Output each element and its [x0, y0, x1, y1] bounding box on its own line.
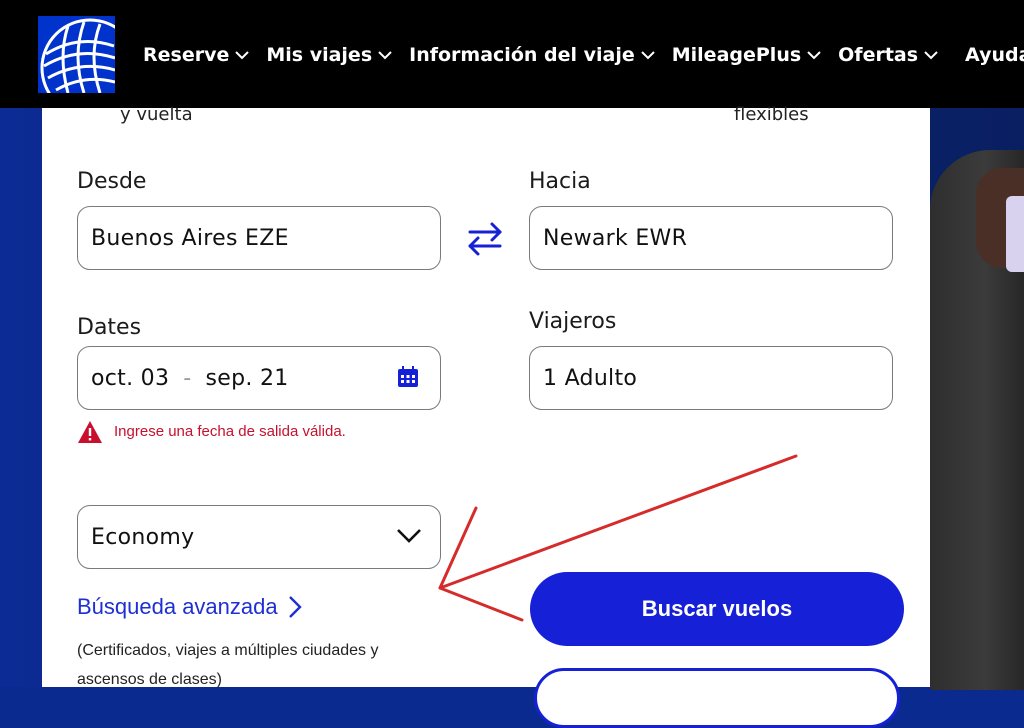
trip-type-option-partial[interactable]: y vuelta [120, 104, 193, 125]
nav-item-mileageplus[interactable]: MileagePlus [672, 40, 821, 70]
flexible-dates-option-partial[interactable]: flexibles [734, 104, 809, 125]
travelers-field[interactable]: 1 Adulto [529, 346, 893, 410]
to-value: Newark EWR [543, 225, 688, 251]
main-nav: Reserve Mis viajes Información del viaje… [143, 40, 1024, 70]
warning-icon [78, 421, 102, 443]
search-flights-button[interactable]: Buscar vuelos [530, 572, 904, 646]
dates-label: Dates [77, 315, 142, 340]
nav-item-ayuda[interactable]: Ayuda [965, 40, 1024, 70]
nav-item-label: Ofertas [838, 44, 919, 66]
chevron-down-icon [235, 51, 250, 60]
travelers-value: 1 Adulto [543, 365, 638, 391]
swap-icon[interactable] [464, 218, 506, 258]
nav-item-label: Reserve [143, 44, 230, 66]
from-label: Desde [77, 169, 147, 194]
date-error-message: Ingrese una fecha de salida válida. [114, 423, 346, 440]
chevron-right-icon [288, 596, 302, 618]
to-field[interactable]: Newark EWR [529, 206, 893, 270]
return-date: sep. 21 [205, 365, 289, 391]
cabin-select[interactable]: Economy [77, 505, 441, 569]
nav-item-label: Información del viaje [409, 44, 635, 66]
nav-item-label: MileagePlus [671, 44, 802, 66]
nav-item-mis-viajes[interactable]: Mis viajes [266, 40, 392, 70]
nav-item-informacion-viaje[interactable]: Información del viaje [409, 40, 655, 70]
chevron-down-icon [378, 51, 392, 60]
chevron-down-icon [641, 51, 655, 60]
chevron-down-icon [807, 51, 821, 60]
nav-item-label: Mis viajes [266, 44, 373, 66]
date-separator: - [183, 365, 192, 391]
chevron-down-icon [924, 51, 938, 60]
nav-item-label: Ayuda [965, 44, 1024, 66]
cabin-value: Economy [91, 524, 195, 550]
depart-date: oct. 03 [91, 365, 170, 391]
advanced-search-link[interactable]: Búsqueda avanzada [77, 594, 302, 620]
calendar-icon[interactable] [396, 365, 420, 389]
nav-item-reserve[interactable]: Reserve [143, 40, 250, 70]
top-navigation-bar: Reserve Mis viajes Información del viaje… [0, 0, 1024, 108]
advanced-search-label: Búsqueda avanzada [77, 594, 278, 619]
chevron-down-icon [397, 529, 421, 543]
promo-card [1006, 196, 1024, 272]
globe-logo-icon[interactable] [38, 16, 115, 93]
travelers-label: Viajeros [529, 309, 617, 334]
advanced-search-note: (Certificados, viajes a múltiples ciudad… [77, 642, 379, 688]
from-value: Buenos Aires EZE [91, 225, 289, 251]
from-field[interactable]: Buenos Aires EZE [77, 206, 441, 270]
secondary-button-partial[interactable] [534, 668, 900, 728]
dates-field[interactable]: oct. 03 - sep. 21 [77, 346, 441, 410]
to-label: Hacia [529, 169, 591, 194]
nav-item-ofertas[interactable]: Ofertas [838, 40, 938, 70]
